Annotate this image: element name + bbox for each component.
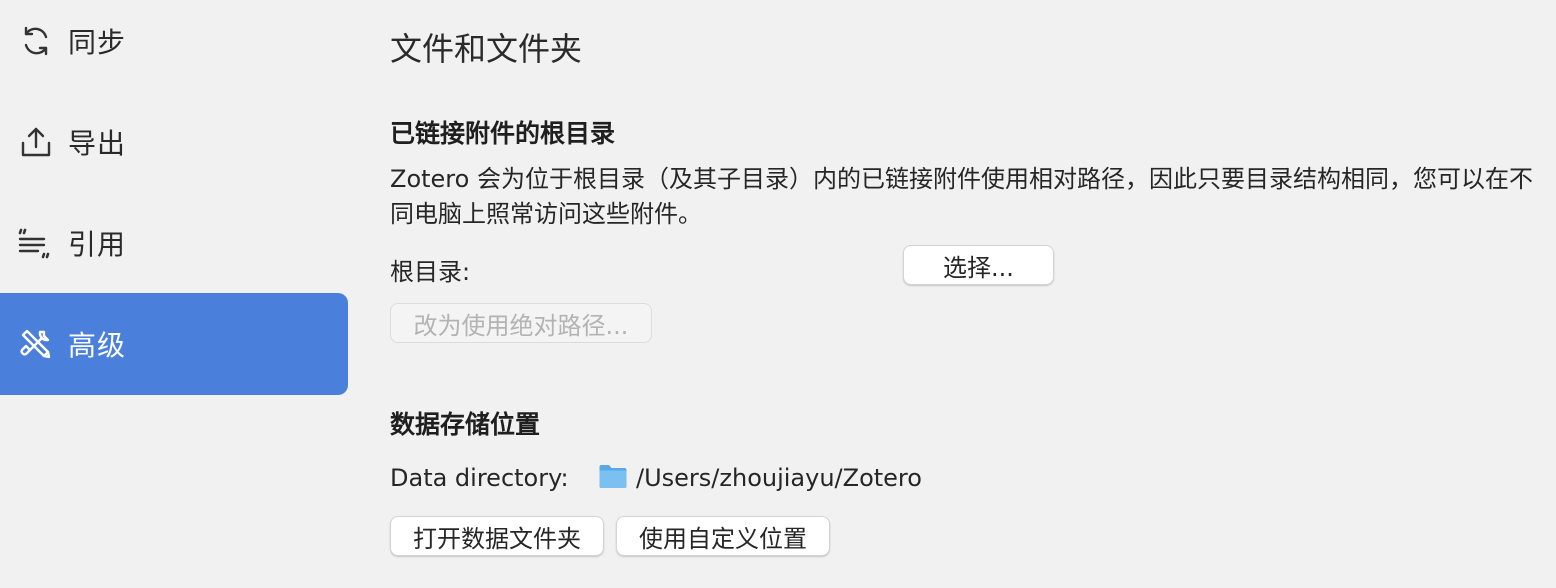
folder-icon xyxy=(598,462,628,494)
linked-attachments-heading: 已链接附件的根目录 xyxy=(390,119,616,148)
sidebar-item-export[interactable]: 导出 xyxy=(0,91,348,193)
main-panel: 文件和文件夹 已链接附件的根目录 Zotero 会为位于根目录（及其子目录）内的… xyxy=(390,0,1556,588)
data-directory-label: Data directory: xyxy=(390,464,569,492)
preferences-window: 同步 导出 引用 高级 文件和文件夹 已链接附件的根目录 Zotero 会为位于… xyxy=(0,0,1556,588)
use-absolute-paths-button[interactable]: 改为使用绝对路径... xyxy=(390,303,652,343)
cite-icon xyxy=(16,223,56,263)
sidebar-item-label: 同步 xyxy=(68,26,127,59)
tools-icon xyxy=(16,324,56,364)
page-title: 文件和文件夹 xyxy=(390,30,583,68)
open-data-folder-button[interactable]: 打开数据文件夹 xyxy=(390,516,604,556)
choose-root-button[interactable]: 选择... xyxy=(903,245,1054,285)
root-directory-label: 根目录: xyxy=(390,258,471,286)
sidebar-item-advanced[interactable]: 高级 xyxy=(0,293,348,395)
export-icon xyxy=(16,122,56,162)
sidebar: 同步 导出 引用 高级 xyxy=(0,0,350,588)
data-storage-heading: 数据存储位置 xyxy=(390,410,541,439)
sidebar-item-sync[interactable]: 同步 xyxy=(0,0,348,92)
custom-location-button[interactable]: 使用自定义位置 xyxy=(616,516,830,556)
sidebar-item-label: 导出 xyxy=(68,127,127,160)
linked-attachments-description: Zotero 会为位于根目录（及其子目录）内的已链接附件使用相对路径，因此只要目… xyxy=(390,165,1533,228)
sidebar-item-cite[interactable]: 引用 xyxy=(0,192,348,294)
sync-icon xyxy=(16,21,56,61)
sidebar-item-label: 高级 xyxy=(68,329,127,362)
data-directory-path-text: /Users/zhoujiayu/Zotero xyxy=(636,464,922,492)
data-directory-path: /Users/zhoujiayu/Zotero xyxy=(598,462,922,494)
sidebar-item-label: 引用 xyxy=(68,228,127,261)
